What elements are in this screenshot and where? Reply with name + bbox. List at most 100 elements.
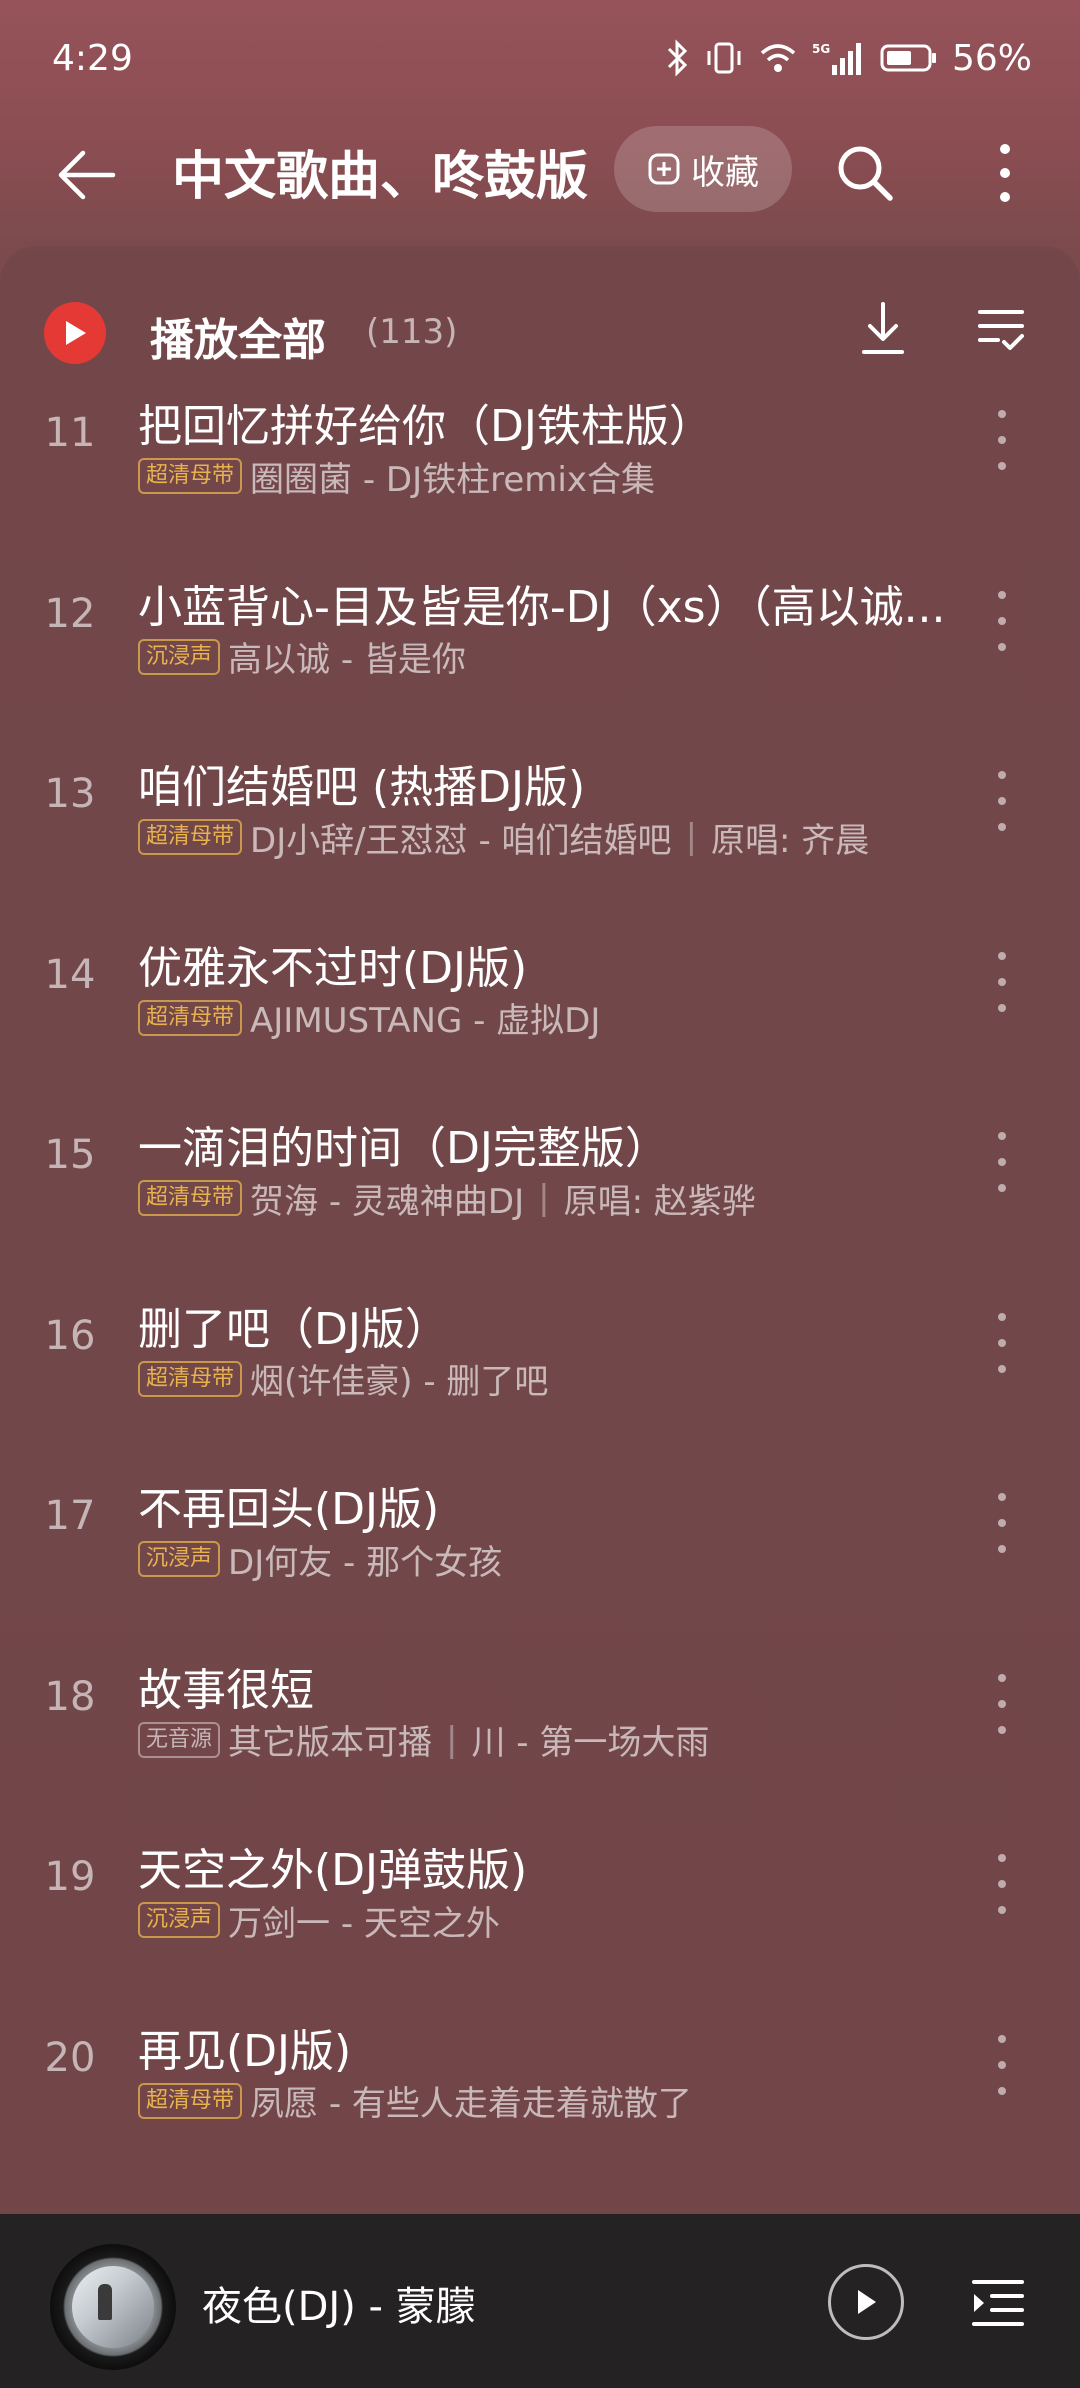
song-meta: 沉浸声 DJ何友 - 那个女孩	[138, 1537, 958, 1583]
song-list: 11 把回忆拼好给你（DJ铁柱版） 超清母带 圈圈菌 - DJ铁柱remix合集 12 小…	[0, 380, 1080, 2185]
dot	[998, 616, 1006, 625]
song-meta: 超清母带 圈圈菌 - DJ铁柱remix合集	[138, 454, 958, 500]
song-row[interactable]: 11 把回忆拼好给你（DJ铁柱版） 超清母带 圈圈菌 - DJ铁柱remix合集	[0, 380, 1080, 561]
song-title: 把回忆拼好给你（DJ铁柱版）	[138, 401, 713, 452]
dot	[998, 2060, 1006, 2069]
battery-percent: 56%	[951, 37, 1032, 79]
song-row[interactable]: 15 一滴泪的时间（DJ完整版） 超清母带 贺海 - 灵魂神曲DJ | 原唱: 赵紫骅	[0, 1102, 1080, 1283]
dot	[998, 1158, 1006, 1166]
multi-select-icon[interactable]	[976, 302, 1026, 358]
song-meta: 沉浸声 万剑一 - 天空之外	[138, 1898, 958, 1944]
page-title: 中文歌曲、咚鼓版	[172, 147, 589, 207]
dot	[998, 823, 1006, 831]
song-artist-album: DJ何友 - 那个女孩	[228, 1542, 503, 1583]
song-more-button[interactable]	[984, 2034, 1020, 2095]
status-time: 4:29	[52, 38, 133, 79]
song-more-button[interactable]	[984, 1854, 1020, 1914]
meta-divider: |	[538, 1178, 550, 1218]
collect-button[interactable]: 收藏	[614, 126, 792, 212]
song-meta: 超清母带 夙愿 - 有些人走着走着就散了	[138, 2079, 958, 2124]
status-icons: 5G 56%	[666, 36, 1032, 80]
song-meta: 超清母带 烟(许佳豪) - 删了吧	[138, 1357, 958, 1402]
song-title: 故事很短	[138, 1664, 314, 1716]
song-title: 删了吧（DJ版）	[138, 1303, 449, 1355]
song-more-button[interactable]	[984, 1132, 1020, 1192]
song-row[interactable]: 14 优雅永不过时(DJ版) 超清母带 AJIMUSTANG - 虚拟DJ	[0, 922, 1080, 1103]
song-row[interactable]: 16 删了吧（DJ版） 超清母带 烟(许佳豪) - 删了吧	[0, 1283, 1080, 1464]
dot	[998, 1699, 1006, 1708]
song-row[interactable]: 12 小蓝背心-目及皆是你-DJ（xs）（高以诚... 沉浸声 高以诚 - 皆是你	[0, 561, 1080, 742]
song-number: 12	[44, 590, 96, 637]
dot	[998, 1880, 1006, 1888]
meta-divider: |	[685, 817, 698, 857]
battery-icon	[880, 44, 936, 72]
dot	[998, 951, 1006, 960]
song-count: (113)	[366, 312, 458, 352]
song-more-button[interactable]	[984, 590, 1020, 651]
vibrate-icon	[707, 42, 741, 74]
song-number: 15	[44, 1132, 96, 1178]
quality-badge: 沉浸声	[138, 638, 221, 675]
bluetooth-icon	[667, 39, 688, 77]
song-more-button[interactable]	[984, 951, 1020, 1012]
song-more-button[interactable]	[984, 1493, 1020, 1553]
dot	[998, 590, 1006, 599]
back-button[interactable]	[40, 130, 130, 220]
song-more-button[interactable]	[984, 1312, 1020, 1373]
song-number: 16	[44, 1312, 96, 1359]
song-meta: 超清母带 AJIMUSTANG - 虚拟DJ	[138, 996, 958, 1041]
song-meta: 超清母带 DJ小辞/王怼怼 - 咱们结婚吧 | 原唱: 齐晨	[138, 815, 958, 861]
play-all-label[interactable]: 播放全部	[150, 304, 326, 368]
more-options-button[interactable]	[975, 128, 1035, 218]
header: 中文歌曲、咚鼓版 收藏	[0, 110, 1080, 240]
more-vertical-icon	[1000, 144, 1010, 202]
song-more-button[interactable]	[984, 1673, 1020, 1734]
song-meta: 沉浸声 高以诚 - 皆是你	[138, 635, 958, 680]
signal-icon: 5G	[812, 42, 861, 75]
song-number: 14	[44, 951, 96, 998]
now-playing-title[interactable]: 夜色(DJ) - 蒙朦	[202, 2274, 476, 2332]
wifi-icon	[760, 44, 796, 72]
playlist-icon[interactable]	[970, 2274, 1026, 2330]
song-more-button[interactable]	[984, 771, 1020, 831]
meta-divider: |	[446, 1719, 458, 1760]
song-row[interactable]: 17 不再回头(DJ版) 沉浸声 DJ何友 - 那个女孩	[0, 1463, 1080, 1644]
song-artist-album: 万剑一 - 天空之外	[228, 1903, 500, 1944]
quality-badge: 超清母带	[138, 2082, 243, 2119]
song-row[interactable]: 13 咱们结婚吧 (热播DJ版) 超清母带 DJ小辞/王怼怼 - 咱们结婚吧 | 原唱: …	[0, 741, 1080, 922]
dot	[998, 462, 1006, 470]
play-icon	[858, 2290, 876, 2314]
quality-badge: 超清母带	[138, 999, 243, 1036]
collect-label: 收藏	[691, 152, 759, 193]
album-cover[interactable]	[50, 2244, 176, 2370]
song-artist-album: 贺海 - 灵魂神曲DJ	[250, 1181, 525, 1222]
search-button[interactable]	[820, 128, 910, 218]
status-bar: 4:29 5G 56%	[0, 0, 1080, 110]
song-extra: 原唱: 齐晨	[711, 820, 870, 861]
song-title: 优雅永不过时(DJ版)	[138, 942, 528, 994]
play-all-button[interactable]	[44, 302, 106, 364]
mini-player[interactable]: 夜色(DJ) - 蒙朦	[0, 2214, 1080, 2388]
dot	[998, 1493, 1006, 1501]
dot	[998, 1545, 1006, 1553]
song-number: 17	[44, 1493, 96, 1539]
song-row[interactable]: 19 天空之外(DJ弹鼓版) 沉浸声 万剑一 - 天空之外	[0, 1824, 1080, 2005]
dot	[998, 1364, 1006, 1373]
song-more-button[interactable]	[984, 410, 1020, 470]
song-artist-album: 夙愿 - 有些人走着走着就散了	[250, 2084, 692, 2124]
dot	[998, 797, 1006, 805]
song-artist-album: 其它版本可播	[228, 1723, 433, 1763]
song-row[interactable]: 18 故事很短 无音源 其它版本可播 | 川 - 第一场大雨	[0, 1644, 1080, 1825]
download-icon[interactable]	[858, 298, 908, 358]
player-play-button[interactable]	[828, 2264, 904, 2340]
dot	[998, 1338, 1006, 1347]
dot	[998, 1132, 1006, 1140]
quality-badge: 无音源	[138, 1721, 221, 1758]
dot	[998, 436, 1006, 444]
quality-badge: 超清母带	[138, 819, 243, 855]
dot	[998, 1854, 1006, 1862]
song-number: 11	[44, 410, 96, 456]
song-title: 再见(DJ版)	[138, 2025, 352, 2077]
song-row[interactable]: 20 再见(DJ版) 超清母带 夙愿 - 有些人走着走着就散了	[0, 2005, 1080, 2186]
dot	[998, 410, 1006, 418]
